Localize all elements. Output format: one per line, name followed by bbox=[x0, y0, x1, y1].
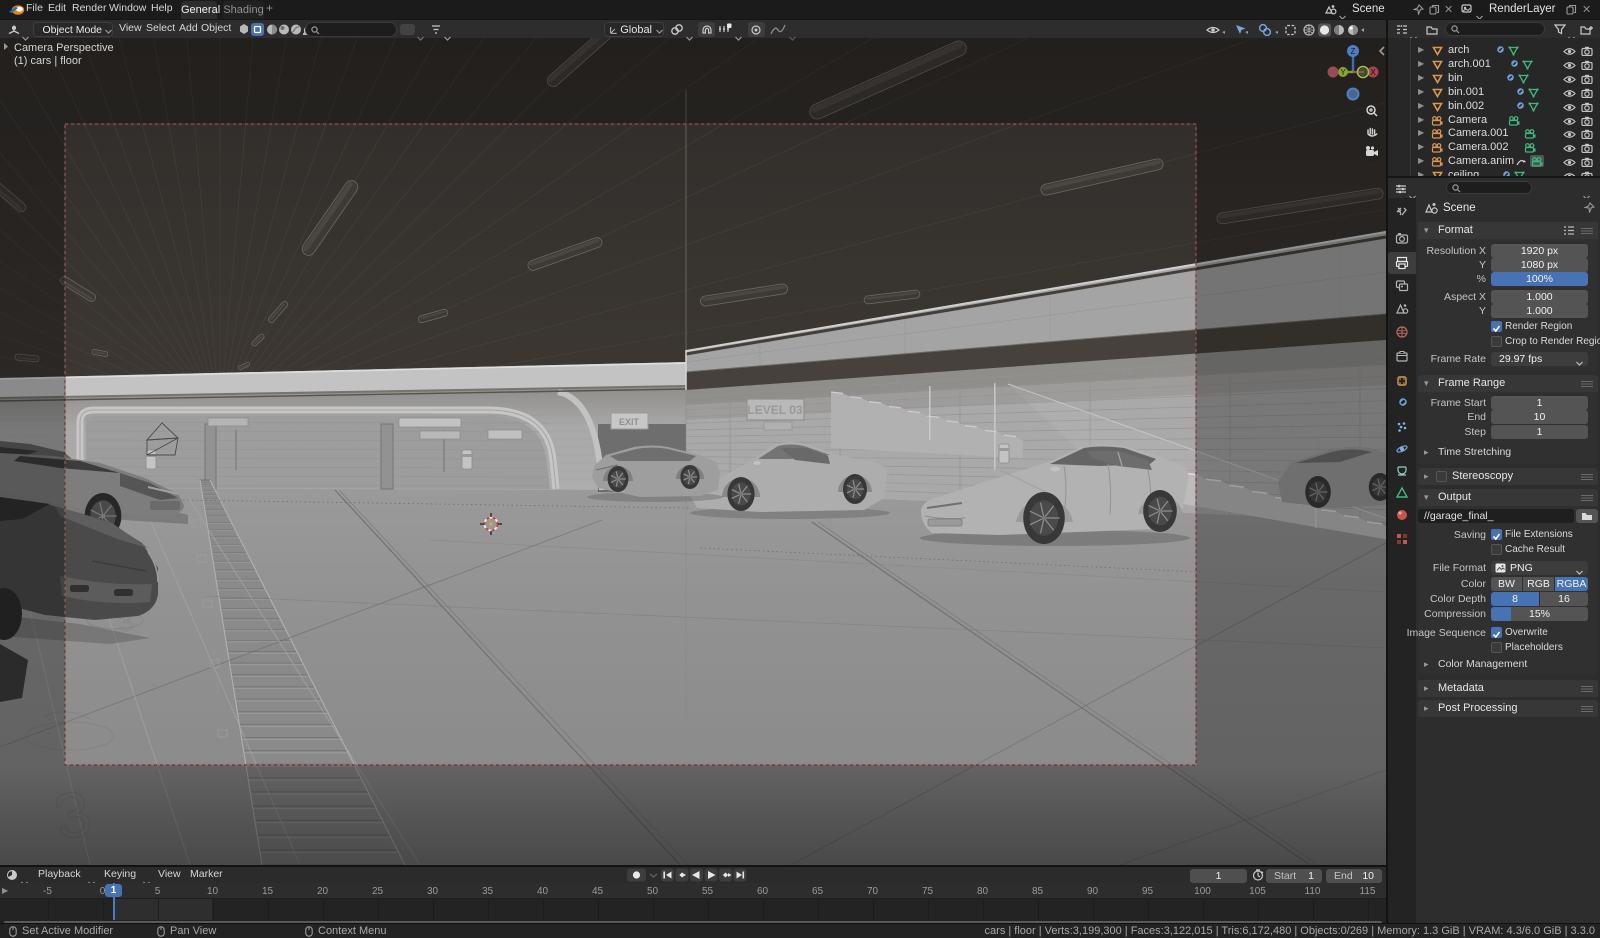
svg-text:Y: Y bbox=[1340, 68, 1346, 77]
svg-text:Z: Z bbox=[1351, 47, 1356, 56]
svg-text:EXIT: EXIT bbox=[619, 417, 640, 427]
svg-text:LEVEL 03: LEVEL 03 bbox=[747, 403, 802, 417]
svg-text:X: X bbox=[1370, 68, 1376, 77]
svg-text:(1) cars | floor: (1) cars | floor bbox=[14, 55, 82, 67]
